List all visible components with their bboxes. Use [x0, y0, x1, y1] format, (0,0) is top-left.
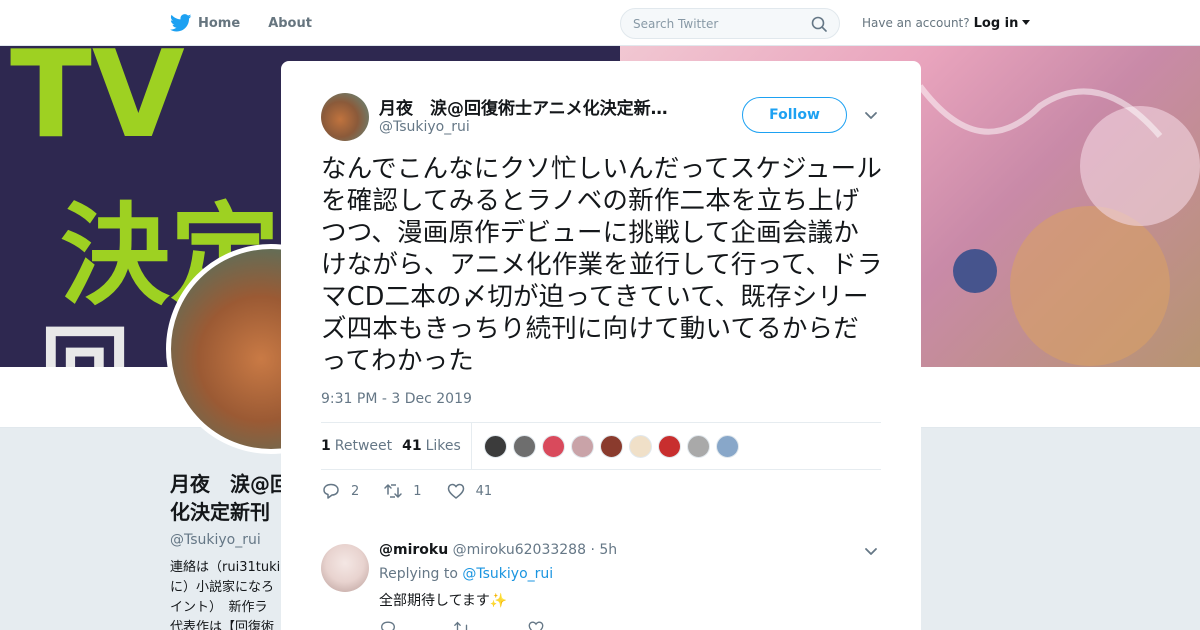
heart-icon[interactable]: [527, 619, 545, 630]
login-link[interactable]: Log in: [974, 16, 1019, 31]
close-button[interactable]: [1154, 12, 1178, 36]
retweet-stat[interactable]: 1 Retweet: [321, 438, 392, 454]
top-nav: Home About Have an account? Log in: [0, 0, 1200, 46]
reply-time[interactable]: 5h: [599, 542, 617, 558]
liker-avatar[interactable]: [599, 434, 623, 458]
reply-count: 2: [351, 483, 360, 499]
close-icon[interactable]: [1154, 12, 1178, 36]
liker-avatar[interactable]: [541, 434, 565, 458]
liker-avatar[interactable]: [686, 434, 710, 458]
nav-about-label: About: [268, 15, 312, 31]
search-input[interactable]: [633, 16, 811, 31]
tweet-actions: 2 1 41: [321, 481, 516, 501]
like-action-count: 41: [475, 483, 493, 499]
nav-home-label: Home: [198, 15, 241, 31]
retweet-action-count: 1: [413, 483, 422, 499]
liker-avatar[interactable]: [715, 434, 739, 458]
tweet-more-button[interactable]: [863, 107, 879, 123]
reply-separator: ·: [590, 542, 595, 558]
nav-left: Home About: [170, 0, 312, 46]
tweet-author-name[interactable]: 月夜 涙@回復術士アニメ化決定新…: [379, 94, 689, 119]
retweet-icon[interactable]: [453, 619, 471, 630]
tweet-text: なんでこんなにクソ忙しいんだってスケジュールを確認してみるとラノベの新作二本を立…: [321, 154, 883, 376]
heart-icon[interactable]: [446, 481, 466, 501]
chevron-down-icon[interactable]: [863, 543, 879, 559]
tweet-modal: 月夜 涙@回復術士アニメ化決定新… @Tsukiyo_rui Follow なん…: [281, 61, 921, 630]
nav-home[interactable]: Home: [170, 14, 240, 32]
tweet-timestamp[interactable]: 9:31 PM - 3 Dec 2019: [321, 391, 472, 407]
tweet-author-handle[interactable]: @Tsukiyo_rui: [379, 119, 470, 135]
tweet-author-avatar[interactable]: [321, 93, 369, 141]
tweet-stats: 1 Retweet 41 Likes: [321, 422, 881, 470]
nav-about[interactable]: About: [268, 16, 312, 31]
account-prompt: Have an account?: [862, 16, 970, 30]
follow-button[interactable]: Follow: [742, 97, 847, 133]
account-area: Have an account? Log in: [862, 0, 1031, 46]
liker-avatar[interactable]: [657, 434, 681, 458]
reply-header: @miroku @miroku62033288 · 5h: [379, 542, 617, 558]
like-stat-label: Likes: [425, 438, 461, 454]
replying-to: Replying to @Tsukiyo_rui: [379, 566, 553, 582]
reply-icon[interactable]: [321, 481, 341, 501]
reply-icon[interactable]: [379, 619, 397, 630]
liker-avatar[interactable]: [628, 434, 652, 458]
liker-avatar[interactable]: [570, 434, 594, 458]
chevron-down-icon[interactable]: [1022, 20, 1031, 26]
likers-list: [483, 434, 739, 458]
liker-avatar[interactable]: [512, 434, 536, 458]
replying-to-link[interactable]: @Tsukiyo_rui: [462, 566, 553, 582]
replying-to-label: Replying to: [379, 566, 458, 582]
reply-action[interactable]: 2: [321, 481, 359, 501]
search-box[interactable]: [620, 8, 840, 39]
reply-text: 全部期待してます✨: [379, 593, 508, 609]
like-count: 41: [402, 438, 422, 454]
reply-author-name[interactable]: @miroku: [379, 542, 448, 558]
twitter-bird-icon: [170, 14, 192, 32]
chevron-down-icon[interactable]: [863, 107, 879, 123]
retweet-count: 1: [321, 438, 331, 454]
retweet-action[interactable]: 1: [383, 481, 422, 501]
reply-more-button[interactable]: [863, 543, 879, 559]
reply-author-avatar[interactable]: [321, 544, 369, 592]
reply-author-handle[interactable]: @miroku62033288: [453, 542, 586, 558]
like-action[interactable]: 41: [446, 481, 493, 501]
like-stat[interactable]: 41 Likes: [402, 438, 461, 454]
retweet-stat-label: Retweet: [334, 438, 393, 454]
stats-divider: [470, 422, 472, 470]
retweet-icon[interactable]: [383, 481, 403, 501]
search-icon[interactable]: [811, 16, 827, 32]
reply-actions: [379, 619, 545, 630]
liker-avatar[interactable]: [483, 434, 507, 458]
